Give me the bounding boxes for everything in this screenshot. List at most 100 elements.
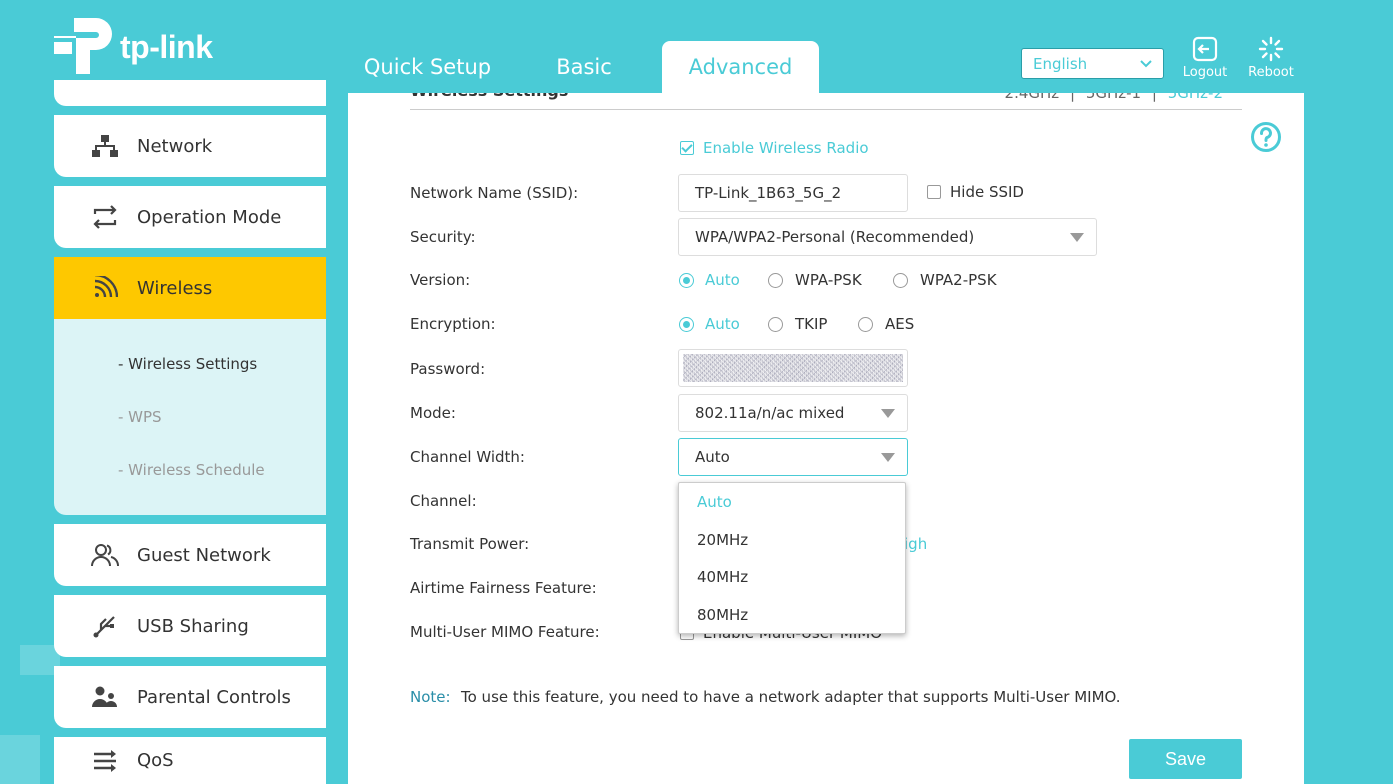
help-icon[interactable]: [1250, 121, 1282, 153]
hide-ssid-checkbox[interactable]: [927, 185, 941, 199]
logout-label: Logout: [1182, 65, 1228, 80]
ssid-value: TP-Link_1B63_5G_2: [695, 184, 842, 202]
version-wpa-psk-radio[interactable]: [768, 273, 783, 288]
submenu-item-wireless-settings[interactable]: - Wireless Settings: [118, 355, 257, 373]
encryption-label: Encryption:: [410, 315, 496, 333]
tp-link-logo[interactable]: tp-link: [52, 16, 213, 78]
version-auto-radio[interactable]: [679, 273, 694, 288]
dropdown-arrow-icon: [881, 453, 895, 462]
ssid-label: Network Name (SSID):: [410, 184, 579, 202]
band-5ghz-2[interactable]: 5GHz-2: [1168, 93, 1223, 102]
network-icon: [87, 134, 123, 158]
security-value: WPA/WPA2-Personal (Recommended): [695, 228, 975, 246]
sidebar-item-qos[interactable]: QoS: [54, 737, 326, 784]
channel-width-value: Auto: [695, 448, 730, 466]
band-5ghz-1[interactable]: 5GHz-1: [1086, 93, 1141, 102]
sidebar-item-operation-mode[interactable]: Operation Mode: [54, 186, 326, 248]
sidebar-item-wireless[interactable]: Wireless: [54, 257, 326, 319]
channel-width-option-auto[interactable]: Auto: [697, 493, 732, 511]
band-2-4ghz[interactable]: 2.4GHz: [1005, 93, 1060, 102]
sidebar-item-guest-network[interactable]: Guest Network: [54, 524, 326, 586]
dropdown-arrow-icon: [881, 409, 895, 418]
sidebar-item-network[interactable]: Network: [54, 115, 326, 177]
password-input[interactable]: [678, 349, 908, 387]
channel-width-select[interactable]: Auto: [678, 438, 908, 476]
encryption-auto-radio[interactable]: [679, 317, 694, 332]
language-value: English: [1033, 54, 1088, 73]
sidebar-item-label: Parental Controls: [137, 686, 291, 708]
background-decoration: [0, 735, 40, 784]
sidebar-item-label: Guest Network: [137, 544, 271, 566]
operation-mode-icon: [87, 205, 123, 229]
reboot-label: Reboot: [1248, 65, 1294, 80]
channel-width-option-80mhz[interactable]: 80MHz: [697, 606, 748, 624]
version-wpa2-psk-radio[interactable]: [893, 273, 908, 288]
tab-label: Basic: [556, 55, 612, 79]
version-auto-label: Auto: [705, 271, 740, 289]
version-label: Version:: [410, 271, 471, 289]
sidebar-item-parental-controls[interactable]: Parental Controls: [54, 666, 326, 728]
password-label: Password:: [410, 360, 486, 378]
parental-controls-icon: [87, 685, 123, 709]
tab-label: Quick Setup: [363, 55, 492, 79]
section-divider: [410, 109, 1242, 110]
channel-width-option-40mhz[interactable]: 40MHz: [697, 568, 748, 586]
transmit-power-label: Transmit Power:: [410, 535, 530, 553]
tab-advanced[interactable]: Advanced: [662, 41, 819, 93]
version-wpa2-psk-label: WPA2-PSK: [920, 271, 997, 289]
brand-name: tp-link: [120, 28, 213, 65]
band-selector: 2.4GHz | 5GHz-1 | 5GHz-2: [1002, 84, 1226, 102]
mode-label: Mode:: [410, 404, 456, 422]
mode-select[interactable]: 802.11a/n/ac mixed: [678, 394, 908, 432]
wireless-submenu: - Wireless Settings - WPS - Wireless Sch…: [54, 319, 326, 515]
mu-mimo-label: Multi-User MIMO Feature:: [410, 623, 600, 641]
logout-button[interactable]: Logout: [1180, 36, 1230, 80]
chevron-down-icon: [1140, 60, 1152, 68]
channel-width-option-20mhz[interactable]: 20MHz: [697, 531, 748, 549]
note-label: Note:: [410, 688, 451, 706]
channel-label: Channel:: [410, 492, 477, 510]
guest-network-icon: [87, 543, 123, 567]
channel-width-dropdown-menu: Auto 20MHz 40MHz 80MHz: [678, 482, 906, 634]
enable-wireless-radio-label: Enable Wireless Radio: [703, 139, 869, 157]
usb-sharing-icon: [87, 614, 123, 638]
sidebar-item-label: Network: [137, 135, 213, 157]
save-button[interactable]: Save: [1129, 739, 1242, 779]
airtime-fairness-label: Airtime Fairness Feature:: [410, 579, 597, 597]
encryption-aes-label: AES: [885, 315, 915, 333]
version-wpa-psk-label: WPA-PSK: [795, 271, 862, 289]
hide-ssid-label: Hide SSID: [950, 183, 1024, 201]
main-panel: Wireless Settings 2.4GHz | 5GHz-1 | 5GHz…: [348, 93, 1304, 784]
transmit-power-high-label[interactable]: igh: [904, 535, 927, 553]
submenu-item-wps[interactable]: - WPS: [118, 408, 162, 426]
tp-link-logo-icon: [54, 18, 112, 74]
encryption-aes-radio[interactable]: [858, 317, 873, 332]
band-separator: |: [1069, 84, 1076, 102]
wireless-icon: [87, 276, 123, 300]
security-select[interactable]: WPA/WPA2-Personal (Recommended): [678, 218, 1097, 256]
channel-width-label: Channel Width:: [410, 448, 525, 466]
security-label: Security:: [410, 228, 476, 246]
language-select[interactable]: English: [1021, 48, 1164, 79]
encryption-tkip-label: TKIP: [795, 315, 828, 333]
submenu-item-wireless-schedule[interactable]: - Wireless Schedule: [118, 461, 265, 479]
enable-wireless-radio-checkbox[interactable]: [680, 141, 694, 155]
encryption-tkip-radio[interactable]: [768, 317, 783, 332]
password-redacted: [683, 354, 903, 382]
band-separator: |: [1151, 84, 1157, 102]
tab-basic[interactable]: Basic: [530, 41, 638, 93]
tab-quick-setup[interactable]: Quick Setup: [350, 41, 505, 93]
reboot-button[interactable]: Reboot: [1246, 36, 1296, 80]
tab-label: Advanced: [688, 55, 793, 79]
ssid-input[interactable]: TP-Link_1B63_5G_2: [678, 174, 908, 212]
mode-value: 802.11a/n/ac mixed: [695, 404, 845, 422]
sidebar-item-label: Operation Mode: [137, 206, 282, 228]
sidebar-item-usb-sharing[interactable]: USB Sharing: [54, 595, 326, 657]
qos-icon: [87, 749, 123, 773]
sidebar-item-previous[interactable]: [54, 80, 326, 106]
sidebar-item-label: Wireless: [137, 277, 213, 299]
sidebar-item-label: USB Sharing: [137, 615, 249, 637]
sidebar-item-label: QoS: [137, 750, 174, 771]
reboot-icon: [1258, 36, 1284, 62]
logout-icon: [1192, 36, 1218, 62]
